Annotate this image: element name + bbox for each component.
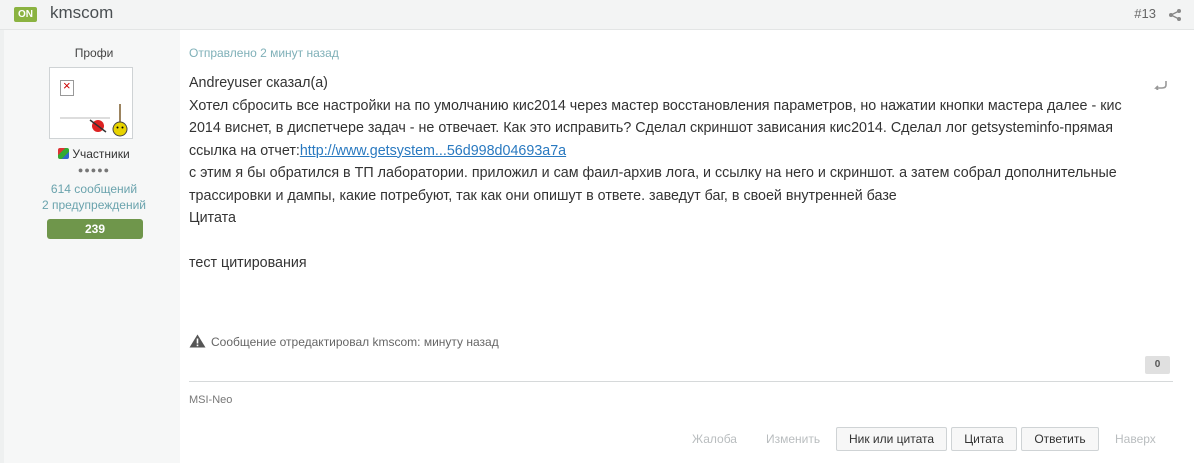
avatar-drawing xyxy=(60,104,128,137)
back-to-top-button[interactable]: Наверх xyxy=(1115,432,1156,446)
share-icon[interactable] xyxy=(1168,8,1182,22)
online-status-badge: ON xyxy=(14,7,37,22)
quote-header: Andreyuser сказал(а) xyxy=(189,75,328,91)
quoted-reply: с этим я бы обратился в ТП лаборатории. … xyxy=(189,165,1117,204)
avatar[interactable] xyxy=(49,67,133,139)
post-timestamp[interactable]: Отправлено 2 минут назад xyxy=(189,46,339,60)
edit-notice: Сообщение отредактировал kmscom: минуту … xyxy=(189,334,499,349)
post-body: Andreyuser сказал(а) Хотел сбросить все … xyxy=(189,72,1154,275)
warnings-link[interactable]: 2 предупреждений xyxy=(4,198,184,212)
signature: MSI-Neo xyxy=(189,394,233,406)
quote-arrow-icon[interactable] xyxy=(1152,80,1168,90)
reply-button[interactable]: Ответить xyxy=(1021,427,1099,451)
edit-notice-text: Сообщение отредактировал kmscom: минуту … xyxy=(211,335,499,349)
message-count-link[interactable]: 614 сообщений xyxy=(4,182,184,196)
author-name[interactable]: kmscom xyxy=(50,3,113,23)
reply-text: тест цитирования xyxy=(189,255,307,271)
nick-quote-button[interactable]: Ник или цитата xyxy=(836,427,947,451)
user-group-label: Участники xyxy=(72,147,130,161)
reputation-badge[interactable]: 239 xyxy=(47,219,143,239)
report-button[interactable]: Жалоба xyxy=(692,432,737,446)
post-header: ON kmscom #13 xyxy=(0,0,1194,30)
edit-button[interactable]: Изменить xyxy=(766,432,820,446)
quoted-text: Хотел сбросить все настройки на по умолч… xyxy=(189,95,1154,163)
user-group: Участники xyxy=(4,147,184,161)
rank-pips: ●●●●● xyxy=(77,165,111,175)
user-title: Профи xyxy=(74,46,114,60)
warning-icon xyxy=(189,334,206,348)
group-icon xyxy=(58,148,70,159)
post-number-link[interactable]: #13 xyxy=(1134,6,1156,21)
user-info-panel: Профи Участники ●●●●● 614 сообщений 2 пр… xyxy=(0,30,180,463)
report-link[interactable]: http://www.getsystem...56d998d04693a7a xyxy=(300,143,566,159)
reaction-count-badge[interactable]: 0 xyxy=(1145,356,1170,374)
quote-label: Цитата xyxy=(189,210,236,226)
signature-divider xyxy=(189,381,1173,382)
quote-button[interactable]: Цитата xyxy=(951,427,1017,451)
